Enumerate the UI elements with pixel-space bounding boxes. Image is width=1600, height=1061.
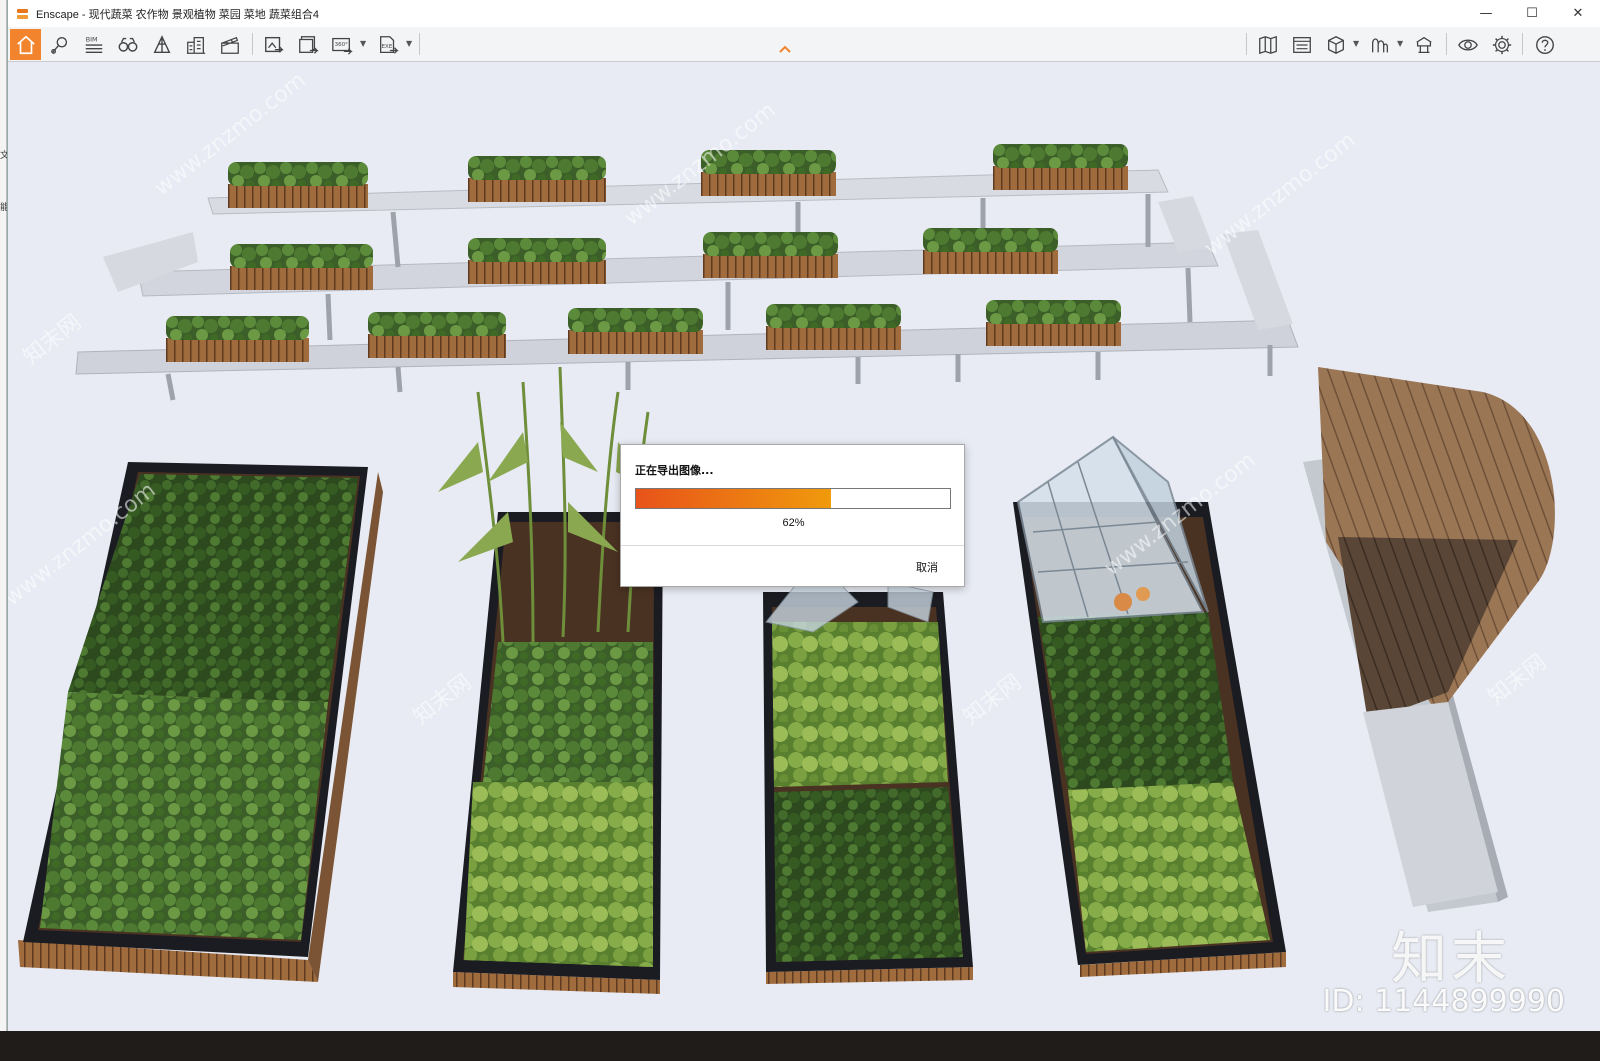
help-icon xyxy=(1535,35,1554,54)
enscape-logo-icon xyxy=(16,7,30,21)
toolbar-separator xyxy=(1522,33,1523,55)
binoculars-icon xyxy=(118,37,137,52)
export-exe-icon: EXE xyxy=(379,35,399,54)
toolbar-separator xyxy=(1446,33,1447,55)
brand-id-watermark: ID: 1144899990 xyxy=(1322,984,1565,1019)
progress-bar xyxy=(635,488,951,509)
bim-label: BIM xyxy=(85,35,97,43)
toolbar: BIM 360° ▼ EXE ▼ ▼ ▼ xyxy=(8,27,1600,62)
bim-icon: BIM xyxy=(85,35,102,53)
panorama-360-icon: 360° xyxy=(331,37,353,55)
video-editor-button[interactable] xyxy=(214,29,245,60)
progress-percent: 62% xyxy=(782,517,805,529)
batch-render-button[interactable] xyxy=(292,29,323,60)
maximize-button[interactable]: ☐ xyxy=(1509,0,1555,27)
export-exe-button[interactable]: EXE xyxy=(372,29,403,60)
toolbar-separator xyxy=(1246,33,1247,55)
progress-bar-fill xyxy=(636,489,831,508)
toolbar-separator xyxy=(252,33,253,55)
home-button[interactable] xyxy=(10,29,41,60)
export-progress-dialog: 正在导出图像... 62% 取消 xyxy=(620,444,965,587)
screenshot-button[interactable] xyxy=(258,29,289,60)
brand-watermark: 知末 xyxy=(1391,927,1511,992)
pano-label: 360° xyxy=(334,41,347,47)
dialog-title: 正在导出图像... xyxy=(635,464,714,477)
bim-button[interactable]: BIM xyxy=(78,29,109,60)
close-button[interactable]: ✕ xyxy=(1555,0,1600,27)
map-button[interactable] xyxy=(1252,29,1283,60)
chevron-down-icon[interactable]: ▼ xyxy=(1397,39,1403,48)
chevron-down-icon[interactable]: ▼ xyxy=(360,39,366,48)
curved-bench xyxy=(1303,367,1555,912)
chevron-down-icon[interactable]: ▼ xyxy=(406,39,412,48)
enscape-window: Enscape - 现代蔬菜 农作物 景观植物 菜园 菜地 蔬菜组合4 — ☐ … xyxy=(7,0,1600,1056)
window-controls: — ☐ ✕ xyxy=(1463,0,1600,27)
dialog-divider xyxy=(621,545,964,546)
raised-bed-1 xyxy=(18,462,383,982)
render-viewport[interactable]: www.znzmo.com www.znzmo.com www.znzmo.co… xyxy=(8,62,1600,1031)
toolbar-collapse-chevron-icon[interactable] xyxy=(778,44,792,54)
cube-icon xyxy=(1327,35,1344,54)
sun-icon xyxy=(1371,37,1388,52)
assets-icon xyxy=(1292,36,1311,53)
home-icon xyxy=(16,35,35,54)
exe-label: EXE xyxy=(381,43,392,49)
sun-settings-button[interactable] xyxy=(1364,29,1395,60)
eye-icon xyxy=(1457,39,1478,50)
clapper-icon xyxy=(220,36,239,54)
raised-bed-3 xyxy=(763,561,973,984)
panorama-button[interactable]: 360° xyxy=(326,29,357,60)
cancel-button[interactable]: 取消 xyxy=(916,559,938,575)
screenshot-icon xyxy=(264,36,284,53)
buildings-icon xyxy=(186,36,205,54)
perspective-button[interactable] xyxy=(146,29,177,60)
raised-bed-4 xyxy=(1013,435,1286,977)
gear-icon xyxy=(1492,35,1511,54)
perspective-icon xyxy=(153,34,170,53)
asset-library-button[interactable] xyxy=(1286,29,1317,60)
location-button[interactable] xyxy=(44,29,75,60)
walk-mode-button[interactable] xyxy=(112,29,143,60)
minimize-button[interactable]: — xyxy=(1463,0,1509,27)
window-title: Enscape - 现代蔬菜 农作物 景观植物 菜园 菜地 蔬菜组合4 xyxy=(36,8,319,21)
map-icon xyxy=(1258,35,1277,54)
title-bar[interactable]: Enscape - 现代蔬菜 农作物 景观植物 菜园 菜地 蔬菜组合4 — ☐ … xyxy=(8,0,1600,27)
help-button[interactable] xyxy=(1529,29,1560,60)
library-button[interactable] xyxy=(1408,29,1439,60)
settings-button[interactable] xyxy=(1486,29,1517,60)
location-pin-icon xyxy=(50,36,67,54)
buildings-button[interactable] xyxy=(180,29,211,60)
object-view-button[interactable] xyxy=(1320,29,1351,60)
desktop-background xyxy=(0,1031,1600,1061)
visual-settings-button[interactable] xyxy=(1452,29,1483,60)
batch-render-icon xyxy=(298,35,319,54)
chevron-down-icon[interactable]: ▼ xyxy=(1353,39,1359,48)
library-icon xyxy=(1415,36,1432,53)
toolbar-separator xyxy=(419,33,420,55)
background-window-edge: 文 能 xyxy=(0,0,9,1061)
